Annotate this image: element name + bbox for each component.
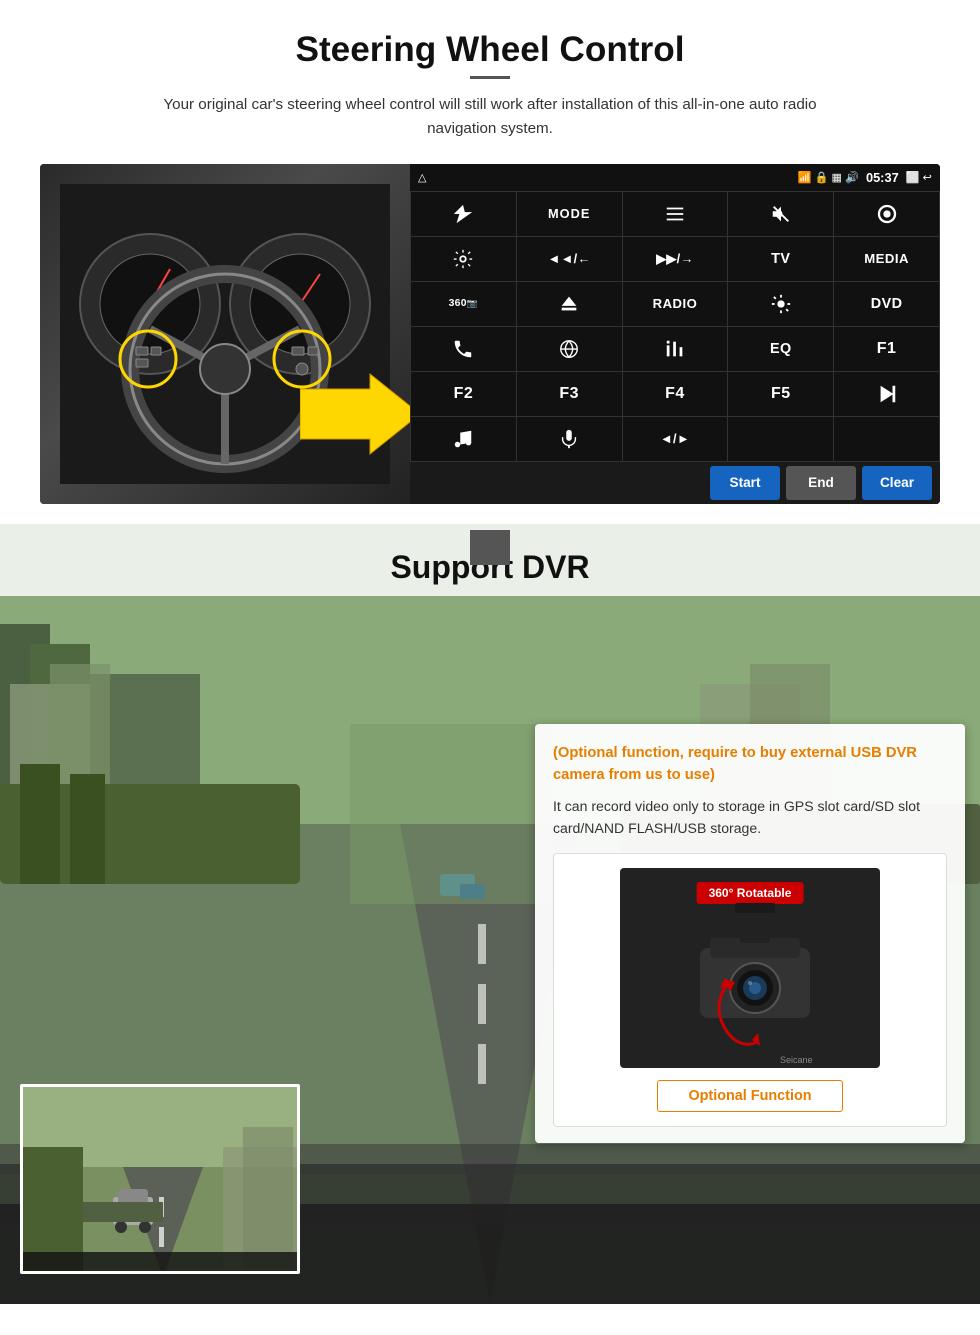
music-btn[interactable] [411, 417, 516, 461]
mode-btn[interactable]: MODE [517, 192, 622, 236]
dvr-section: Support DVR (Optional function, require … [0, 524, 980, 1304]
brightness-btn[interactable] [728, 282, 833, 326]
dvr-cam-inner: 360° Rotatable [620, 868, 880, 1068]
spacer2 [834, 417, 939, 461]
window-icon: ⬜ [906, 171, 920, 184]
grid-icon: ▦ [831, 171, 842, 184]
f2-btn[interactable]: F2 [411, 372, 516, 416]
360cam-btn[interactable]: 360📷 [411, 282, 516, 326]
phone-btn[interactable] [411, 327, 516, 371]
status-bar: △ 📶 🔒 ▦ 🔊 05:37 ⬜ ↩ [410, 164, 940, 191]
swc-section: Steering Wheel Control Your original car… [0, 0, 980, 524]
menu-btn[interactable] [623, 192, 728, 236]
eq-btn[interactable]: EQ [728, 327, 833, 371]
dvd-btn[interactable]: DVD [834, 282, 939, 326]
action-row: Start End Clear [410, 462, 940, 504]
clear-button[interactable]: Clear [862, 466, 932, 500]
swc-subtitle: Your original car's steering wheel contr… [130, 93, 850, 142]
settings-btn[interactable] [411, 237, 516, 281]
status-left: △ [418, 171, 427, 184]
svg-text:Seicane: Seicane [780, 1055, 813, 1065]
volume-btn[interactable]: ◄/► [623, 417, 728, 461]
yellow-arrow-icon [300, 364, 410, 464]
dvr-desc-text: It can record video only to storage in G… [553, 796, 947, 840]
optional-function-button[interactable]: Optional Function [657, 1080, 842, 1112]
radio-btn[interactable]: RADIO [623, 282, 728, 326]
status-icons: 📶 🔒 ▦ 🔊 05:37 ⬜ ↩ [798, 170, 932, 185]
mute-btn[interactable] [728, 192, 833, 236]
apps-btn[interactable] [834, 192, 939, 236]
start-button[interactable]: Start [710, 466, 780, 500]
f4-btn[interactable]: F4 [623, 372, 728, 416]
dvr-info-card: (Optional function, require to buy exter… [535, 724, 965, 1144]
mic-btn[interactable] [517, 417, 622, 461]
inset-scene-svg [23, 1087, 300, 1274]
dvr-cam-card: 360° Rotatable [553, 853, 947, 1127]
swc-image-area: △ 📶 🔒 ▦ 🔊 05:37 ⬜ ↩ MODE [40, 164, 940, 504]
dvr-background: Support DVR (Optional function, require … [0, 524, 980, 1304]
playpause-btn[interactable] [834, 372, 939, 416]
camera-illustration: Seicane [620, 888, 880, 1068]
back-icon: ↩ [923, 171, 932, 184]
dvr-title-block: Support DVR [0, 524, 980, 596]
time-display: 05:37 [866, 170, 899, 185]
dvr-divider [470, 530, 510, 565]
home-icon: △ [418, 171, 427, 184]
button-grid: MODE ◄◄/← ▶▶/→ TV MEDIA [410, 191, 940, 462]
f5-btn[interactable]: F5 [728, 372, 833, 416]
tv-btn[interactable]: TV [728, 237, 833, 281]
end-button[interactable]: End [786, 466, 856, 500]
media-btn[interactable]: MEDIA [834, 237, 939, 281]
f3-btn[interactable]: F3 [517, 372, 622, 416]
equalizer-btn[interactable] [623, 327, 728, 371]
steering-photo [40, 164, 410, 504]
android-ui-panel: △ 📶 🔒 ▦ 🔊 05:37 ⬜ ↩ MODE [410, 164, 940, 504]
swc-title: Steering Wheel Control [40, 30, 940, 70]
wifi-icon: 📶 [798, 171, 812, 184]
eject-btn[interactable] [517, 282, 622, 326]
swc-divider [470, 76, 510, 79]
lock-icon: 🔒 [815, 171, 829, 184]
internet-btn[interactable] [517, 327, 622, 371]
next-btn[interactable]: ▶▶/→ [623, 237, 728, 281]
sound-icon: 🔊 [845, 171, 859, 184]
prev-btn[interactable]: ◄◄/← [517, 237, 622, 281]
nav-icon-btn[interactable] [411, 192, 516, 236]
f1-btn[interactable]: F1 [834, 327, 939, 371]
dvr-optional-text: (Optional function, require to buy exter… [553, 742, 947, 786]
spacer1 [728, 417, 833, 461]
inset-dashcam-photo [20, 1084, 300, 1274]
